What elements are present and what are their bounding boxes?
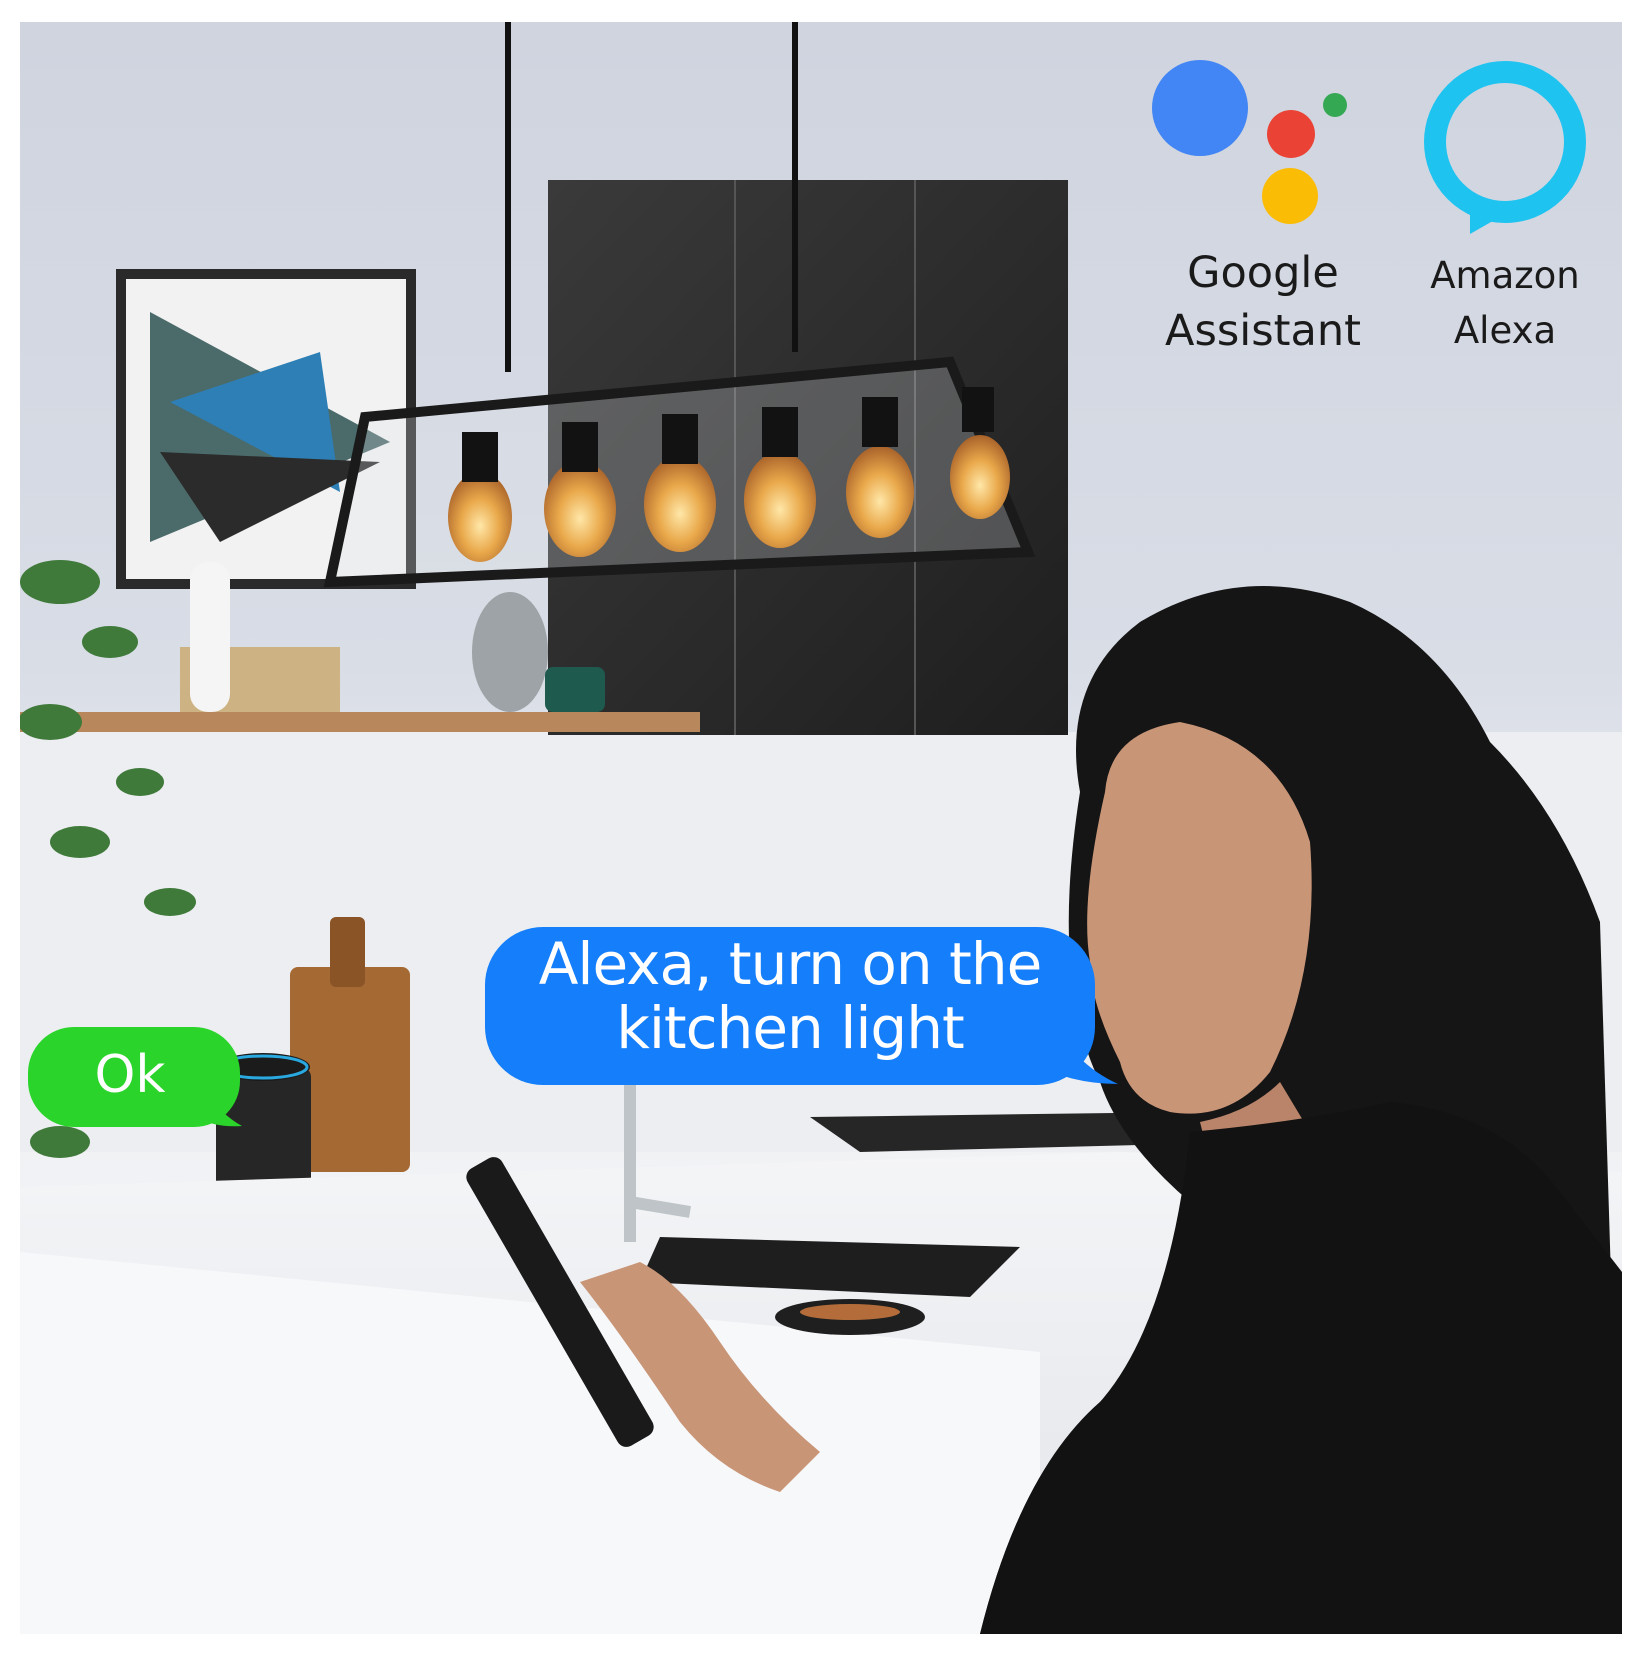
alexa-label-line2: Alexa [1453, 309, 1557, 352]
kitchen-photo-illustration [20, 22, 1622, 1634]
command-line2: kitchen light [616, 994, 965, 1062]
wooden-shelf [20, 712, 700, 732]
green-mug [545, 667, 605, 712]
command-line1: Alexa, turn on the [538, 930, 1043, 998]
kitchen-scene: Google Assistant Amazon Alexa Alexa, tur… [20, 22, 1622, 1634]
white-vase [190, 562, 230, 712]
google-label-line2: Assistant [1165, 306, 1361, 356]
google-assistant-icon [1152, 60, 1347, 224]
command-speech-bubble: Alexa, turn on the kitchen light [490, 932, 1090, 1060]
amazon-alexa-label: Amazon Alexa [1400, 248, 1610, 358]
google-assistant-label: Google Assistant [1148, 244, 1378, 360]
alexa-label-line1: Amazon [1430, 254, 1580, 297]
shelf-vase [472, 592, 548, 712]
amazon-alexa-icon [1424, 61, 1586, 234]
google-label-line1: Google [1187, 248, 1339, 298]
pendant-lamp [323, 356, 1036, 588]
reply-speech-bubble: Ok [94, 1045, 166, 1105]
